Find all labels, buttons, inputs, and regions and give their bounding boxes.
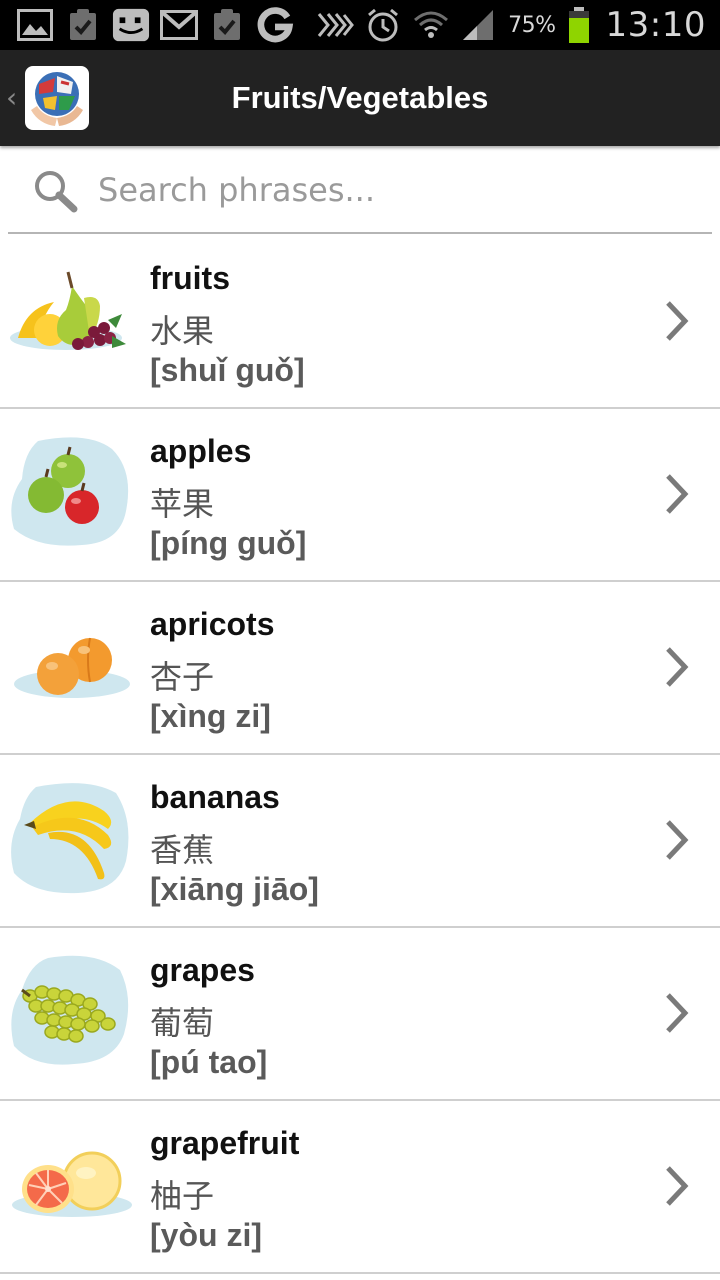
list-item[interactable]: apricots 杏子 [xìng zi] (0, 582, 720, 755)
english-word: fruits (150, 260, 230, 296)
chinese-word: 水果 (150, 312, 215, 350)
wifi-icon (412, 7, 450, 43)
chinese-word: 杏子 (150, 658, 215, 696)
google-icon (256, 7, 294, 43)
chinese-word: 香蕉 (150, 831, 215, 869)
english-word: apples (150, 433, 252, 469)
grapefruit-illustration (8, 1123, 136, 1251)
grapes-illustration (8, 950, 136, 1078)
bananas-illustration (8, 777, 136, 905)
english-word: grapes (150, 952, 255, 988)
list-item[interactable]: bananas 香蕉 [xiāng jiāo] (0, 755, 720, 928)
status-bar: 75% 13:10 (0, 0, 720, 50)
chevron-right-icon (664, 1165, 690, 1211)
messenger-icon (112, 7, 150, 43)
phrase-list: fruits 水果 [shuǐ guǒ] apples 苹果 [píng guǒ… (0, 236, 720, 1274)
english-word: grapefruit (150, 1125, 300, 1161)
apples-illustration (8, 431, 136, 559)
nfc-icon (316, 7, 355, 43)
signal-icon (460, 7, 498, 43)
english-word: apricots (150, 606, 275, 642)
action-bar: ‹ Fruits/Vegetables (0, 50, 720, 146)
fruits-illustration (8, 258, 136, 386)
list-item[interactable]: apples 苹果 [píng guǒ] (0, 409, 720, 582)
gmail-icon (160, 7, 198, 43)
task-check-icon (208, 7, 246, 43)
search-icon (32, 168, 80, 218)
chevron-right-icon (664, 992, 690, 1038)
chevron-right-icon (664, 473, 690, 519)
pinyin: [xiāng jiāo] (150, 871, 319, 907)
chinese-word: 苹果 (150, 485, 215, 523)
clock: 13:10 (605, 5, 706, 45)
pinyin: [píng guǒ] (150, 525, 307, 561)
gallery-icon (16, 7, 54, 43)
list-item[interactable]: fruits 水果 [shuǐ guǒ] (0, 236, 720, 409)
task-check-icon (64, 7, 102, 43)
chinese-word: 葡萄 (150, 1004, 215, 1042)
search-input[interactable] (98, 170, 678, 210)
apricots-illustration (8, 604, 136, 732)
battery-percent: 75% (508, 12, 556, 38)
search-bar (8, 146, 712, 234)
battery-icon (566, 7, 592, 43)
page-title: Fruits/Vegetables (231, 80, 489, 115)
chevron-right-icon (664, 819, 690, 865)
pinyin: [pú tao] (150, 1044, 268, 1080)
list-item[interactable]: grapefruit 柚子 [yòu zi] (0, 1101, 720, 1274)
pinyin: [shuǐ guǒ] (150, 352, 305, 388)
alarm-icon (364, 7, 402, 43)
english-word: bananas (150, 779, 280, 815)
chevron-right-icon (664, 646, 690, 692)
pinyin: [xìng zi] (150, 698, 271, 734)
pinyin: [yòu zi] (150, 1217, 262, 1253)
chinese-word: 柚子 (150, 1177, 215, 1215)
list-item[interactable]: grapes 葡萄 [pú tao] (0, 928, 720, 1101)
chevron-right-icon (664, 300, 690, 346)
